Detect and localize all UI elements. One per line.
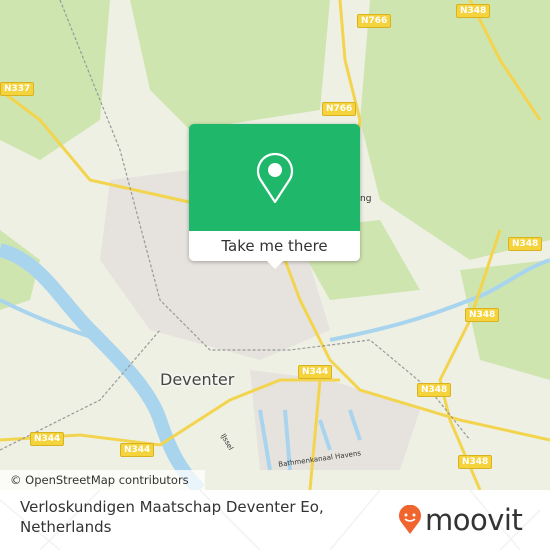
road-label: N348 bbox=[417, 383, 452, 397]
moovit-pin-icon bbox=[399, 505, 421, 534]
road-label: N766 bbox=[322, 102, 357, 116]
road-label: N344 bbox=[298, 365, 333, 379]
location-popup: Take me there bbox=[189, 124, 360, 269]
map-pin-icon bbox=[256, 152, 293, 203]
take-me-there-button[interactable]: Take me there bbox=[189, 231, 360, 261]
road-label: N348 bbox=[458, 455, 493, 469]
road-label: N348 bbox=[465, 308, 500, 322]
moovit-logo: moovit bbox=[398, 503, 523, 537]
popup-pointer bbox=[267, 261, 283, 269]
road-label: N348 bbox=[508, 237, 543, 251]
road-label: N348 bbox=[456, 4, 491, 18]
partial-label: ng bbox=[360, 194, 372, 204]
road-label: N344 bbox=[30, 432, 65, 446]
place-line-2: Netherlands bbox=[20, 518, 112, 536]
road-label: N344 bbox=[120, 443, 155, 457]
place-line-1: Verloskundigen Maatschap Deventer Eo, bbox=[20, 498, 324, 516]
road-label: N766 bbox=[357, 14, 392, 28]
city-label: Deventer bbox=[160, 370, 235, 389]
map-attribution[interactable]: © OpenStreetMap contributors bbox=[0, 470, 205, 490]
place-name: Verloskundigen Maatschap Deventer Eo, Ne… bbox=[20, 497, 324, 537]
logo-text: moovit bbox=[425, 503, 523, 537]
popup-header bbox=[189, 124, 360, 231]
road-label: N337 bbox=[0, 82, 35, 96]
